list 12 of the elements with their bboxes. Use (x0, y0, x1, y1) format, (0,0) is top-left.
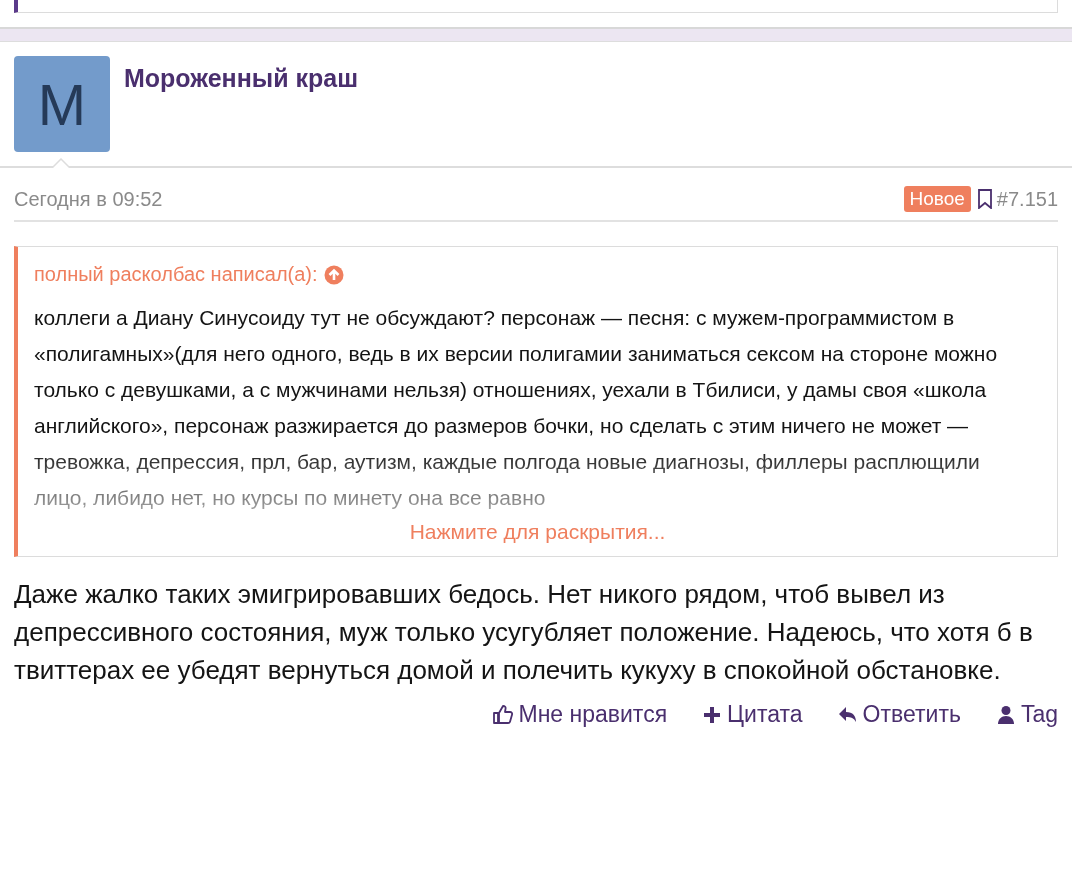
quote-attribution: полный расколбас написал(а): (34, 263, 318, 286)
reply-action[interactable]: Ответить (836, 701, 961, 728)
like-action[interactable]: Мне нравится (492, 701, 668, 728)
like-icon (492, 703, 515, 726)
avatar[interactable]: M (14, 56, 110, 152)
new-badge: Новое (903, 186, 971, 212)
quote-text: коллеги а Диану Синусоиду тут не обсуждают? персонаж — песня: с мужем-программистом в «полигамных»(для него одного, ведь в их версии полигамии заниматься сексом на стороне можно только с девушками, а с мужчинами нельзя) отношениях, уехали в Тбилиси, у дамы своя «школа английского», персонаж разжирается до размеров бочки, но сделать с этим ничего не может — тревожка, депрессия, прл, бар, аутизм, каждые полгода новые диагнозы, филлеры расплющили лицо, либидо нет, но курсы по минету она все равно (34, 305, 999, 511)
quote-action[interactable]: Цитата (701, 701, 803, 728)
tag-action[interactable]: Tag (994, 701, 1058, 728)
author-name[interactable]: Мороженный краш (124, 64, 358, 166)
bookmark-icon[interactable] (976, 189, 993, 209)
message-text: Даже жалко таких эмигрировавших бедось. Нет никого рядом, чтоб вывел из депрессивного состояния, муж только усугубляет положение. Надеюсь, что хотя б в твиттерах ее убедят вернуться домой и полечить кукуху в спокойной обстановке. (14, 578, 1034, 687)
